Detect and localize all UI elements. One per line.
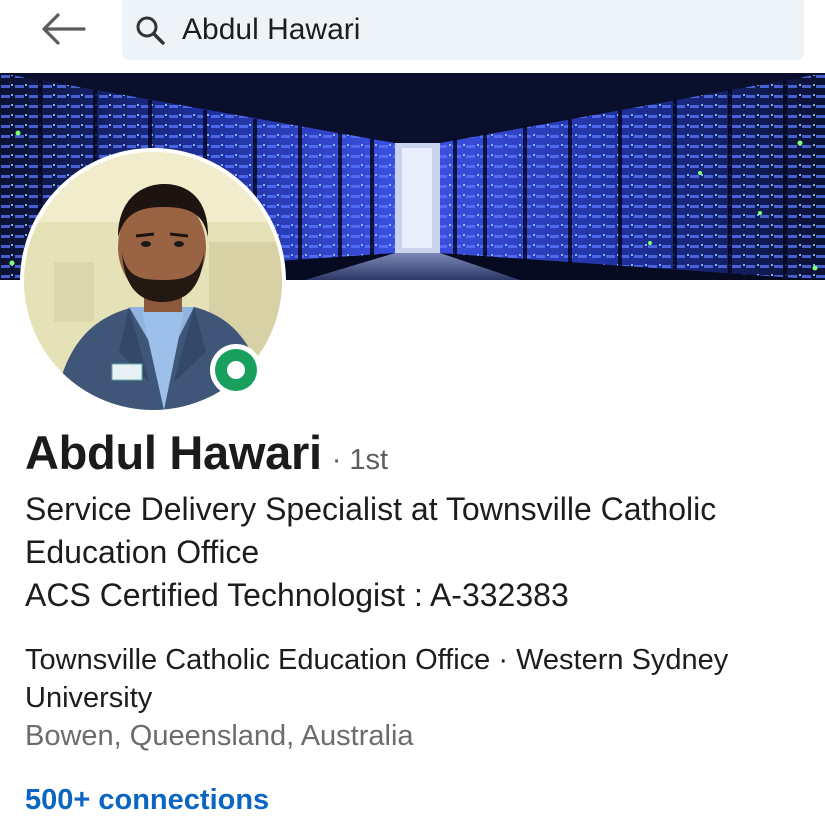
search-icon <box>136 16 165 45</box>
profile-location: Bowen, Queensland, Australia <box>25 720 414 752</box>
connections-link[interactable]: 500+ connections <box>25 780 269 820</box>
headline-line: Service Delivery Specialist at Townsvill… <box>25 491 717 527</box>
online-status-badge <box>210 344 262 396</box>
back-button[interactable] <box>34 8 92 50</box>
top-navigation-bar <box>0 0 825 72</box>
search-bar[interactable] <box>122 0 804 60</box>
search-input[interactable] <box>182 8 782 52</box>
online-status-icon <box>215 349 257 391</box>
connection-degree: · 1st <box>331 444 389 476</box>
profile-headline: Service Delivery Specialist at Townsvill… <box>25 488 815 617</box>
profile-name-row: Abdul Hawari · 1st <box>25 425 388 480</box>
profile-name: Abdul Hawari <box>25 426 322 479</box>
arrow-left-icon <box>42 13 86 45</box>
headline-line: Education Office <box>25 534 260 570</box>
headline-line: ACS Certified Technologist : A-332383 <box>25 577 569 613</box>
profile-organizations: Townsville Catholic Education Office · W… <box>25 644 729 714</box>
